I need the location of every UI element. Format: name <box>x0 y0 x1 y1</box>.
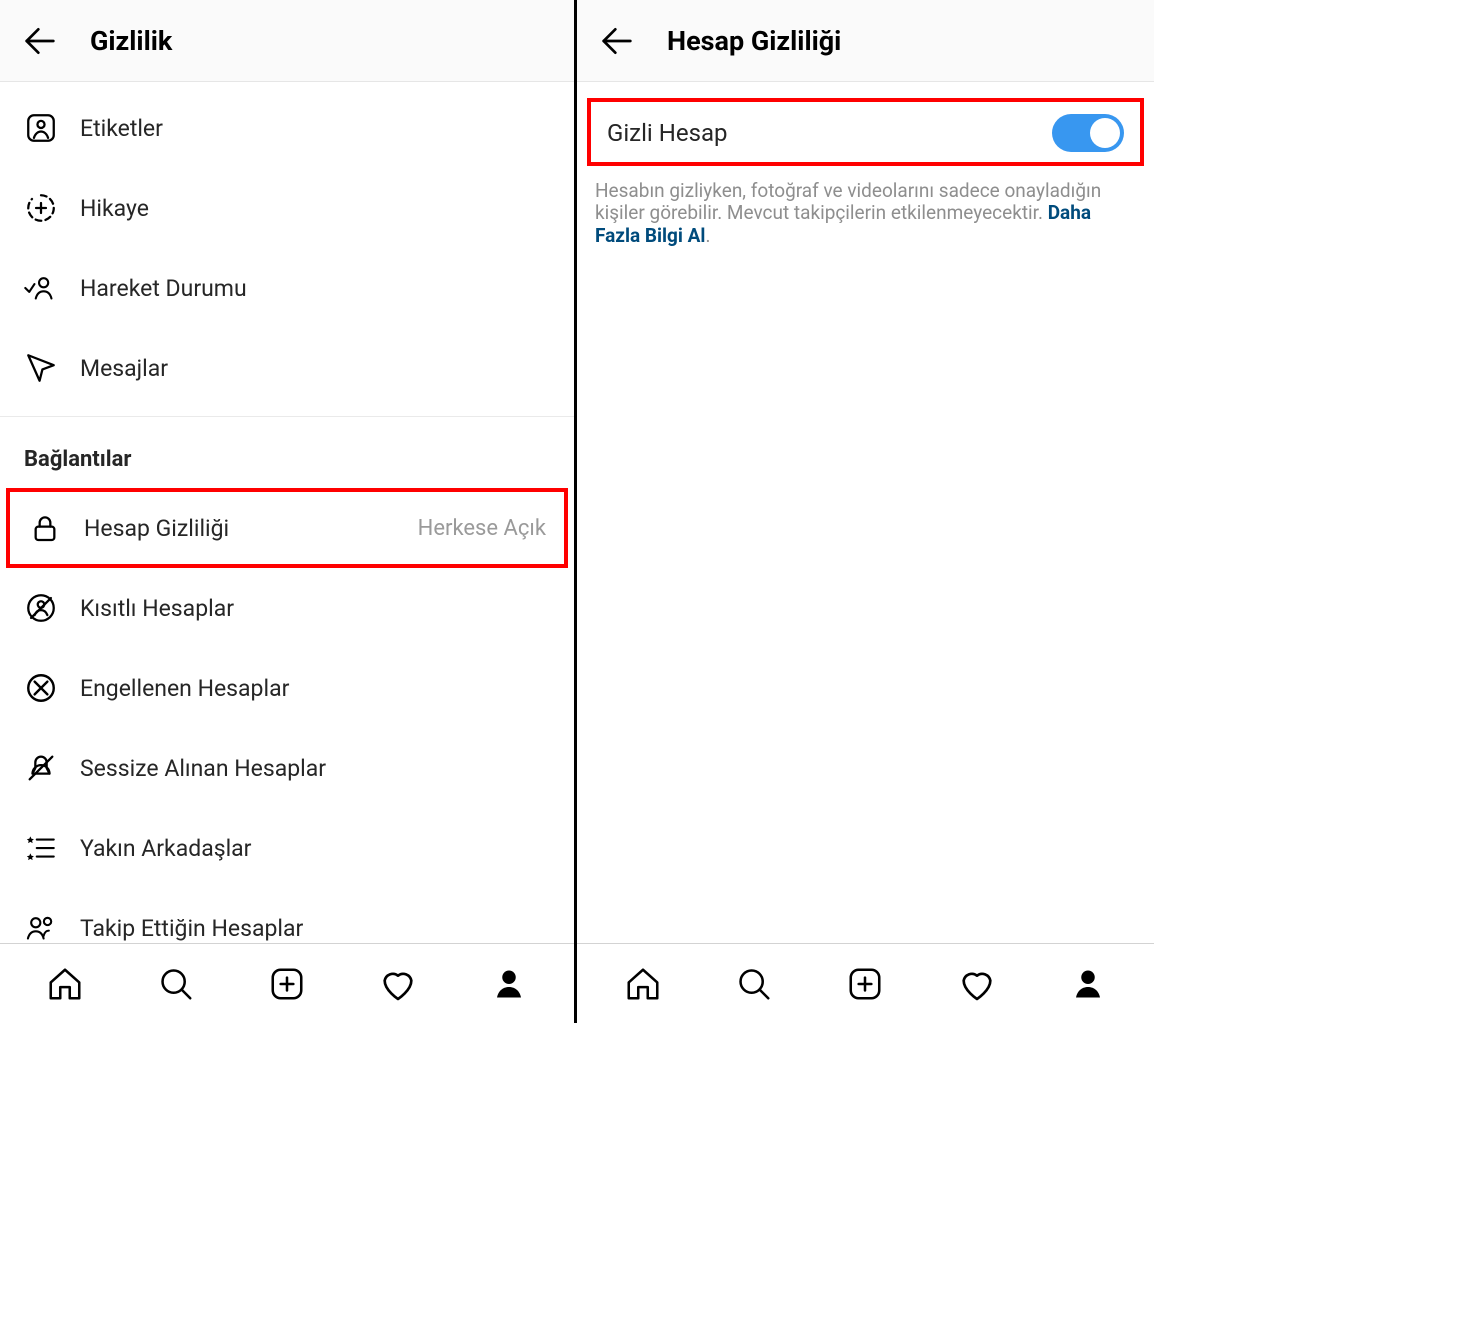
nav-profile[interactable] <box>1067 963 1109 1005</box>
nav-search[interactable] <box>155 963 197 1005</box>
account-privacy-panel: Hesap Gizliliği Gizli Hesap Hesabın gizl… <box>577 0 1154 1023</box>
desc-suffix: . <box>705 224 710 247</box>
lock-icon <box>28 511 62 545</box>
item-account-privacy[interactable]: Hesap Gizliliği Herkese Açık <box>6 488 568 568</box>
item-label: Kısıtlı Hesaplar <box>80 595 550 622</box>
desc-text: Hesabın gizliyken, fotoğraf ve videoları… <box>595 179 1101 224</box>
tags-icon <box>24 111 58 145</box>
restricted-icon <box>24 591 58 625</box>
nav-home[interactable] <box>44 963 86 1005</box>
closefriends-icon <box>24 831 58 865</box>
item-label: Hikaye <box>80 195 550 222</box>
item-close-friends[interactable]: Yakın Arkadaşlar <box>0 808 574 888</box>
item-muted-accounts[interactable]: Sessize Alınan Hesaplar <box>0 728 574 808</box>
private-account-label: Gizli Hesap <box>607 119 1052 147</box>
blocked-icon <box>24 671 58 705</box>
nav-new-post[interactable] <box>844 963 886 1005</box>
private-account-toggle[interactable] <box>1052 114 1124 152</box>
activity-icon <box>24 271 58 305</box>
header-right: Hesap Gizliliği <box>577 0 1154 82</box>
item-label: Takip Ettiğin Hesaplar <box>80 915 550 942</box>
nav-activity[interactable] <box>956 963 998 1005</box>
nav-profile[interactable] <box>488 963 530 1005</box>
item-label: Mesajlar <box>80 355 550 382</box>
item-value: Herkese Açık <box>418 516 546 541</box>
toggle-knob <box>1090 118 1120 148</box>
item-label: Hesap Gizliliği <box>84 515 396 542</box>
messages-icon <box>24 351 58 385</box>
private-account-description: Hesabın gizliyken, fotoğraf ve videoları… <box>577 166 1154 247</box>
item-messages[interactable]: Mesajlar <box>0 328 574 408</box>
item-label: Sessize Alınan Hesaplar <box>80 755 550 782</box>
item-label: Etiketler <box>80 115 550 142</box>
item-story[interactable]: Hikaye <box>0 168 574 248</box>
story-icon <box>24 191 58 225</box>
section-connections: Bağlantılar <box>0 416 574 488</box>
item-label: Yakın Arkadaşlar <box>80 835 550 862</box>
item-label: Hareket Durumu <box>80 275 550 302</box>
bottom-nav-right <box>577 943 1154 1023</box>
nav-search[interactable] <box>733 963 775 1005</box>
back-button[interactable] <box>595 19 639 63</box>
nav-home[interactable] <box>622 963 664 1005</box>
header-left: Gizlilik <box>0 0 574 82</box>
item-restricted-accounts[interactable]: Kısıtlı Hesaplar <box>0 568 574 648</box>
page-title: Hesap Gizliliği <box>667 25 841 57</box>
following-icon <box>24 911 58 943</box>
back-button[interactable] <box>18 19 62 63</box>
item-activity-status[interactable]: Hareket Durumu <box>0 248 574 328</box>
item-following-accounts[interactable]: Takip Ettiğin Hesaplar <box>0 888 574 943</box>
account-privacy-content: Gizli Hesap Hesabın gizliyken, fotoğraf … <box>577 82 1154 943</box>
item-label: Engellenen Hesaplar <box>80 675 550 702</box>
nav-activity[interactable] <box>377 963 419 1005</box>
item-tags[interactable]: Etiketler <box>0 88 574 168</box>
private-account-row: Gizli Hesap <box>591 102 1140 162</box>
muted-icon <box>24 751 58 785</box>
page-title: Gizlilik <box>90 25 172 57</box>
nav-new-post[interactable] <box>266 963 308 1005</box>
bottom-nav-left <box>0 943 574 1023</box>
private-account-highlight: Gizli Hesap <box>587 98 1144 166</box>
privacy-list: Etiketler Hikaye Hareket Durumu Mesajlar… <box>0 82 574 943</box>
item-blocked-accounts[interactable]: Engellenen Hesaplar <box>0 648 574 728</box>
privacy-settings-panel: Gizlilik Etiketler Hikaye Hareket Durumu <box>0 0 577 1023</box>
